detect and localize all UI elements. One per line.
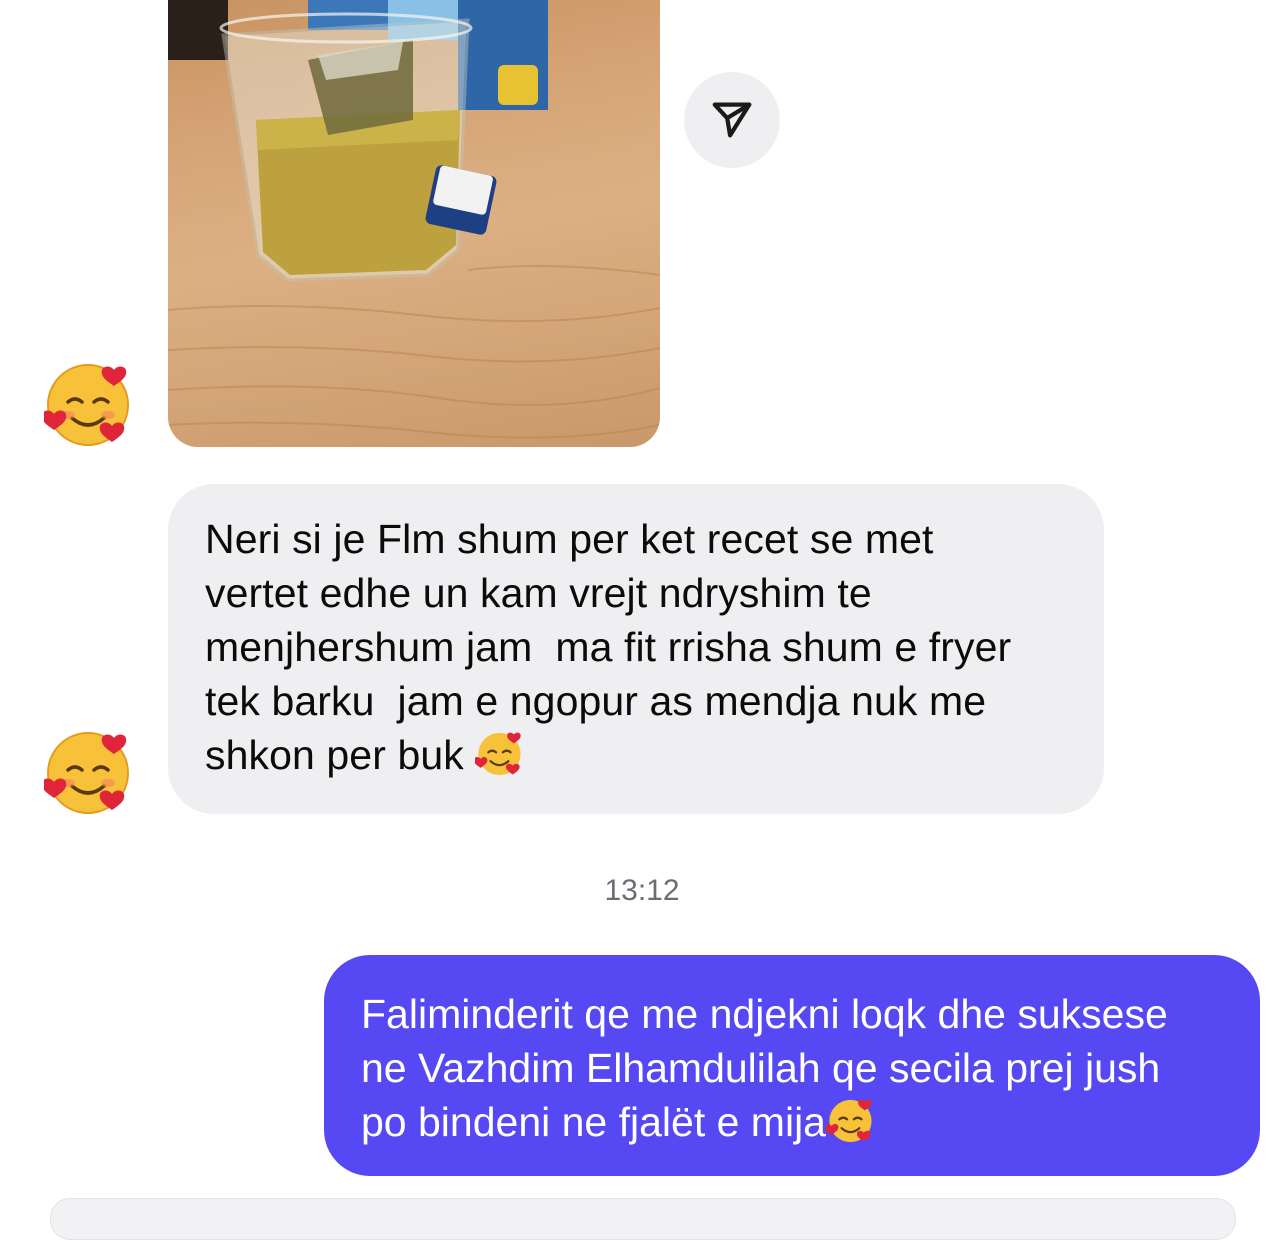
send-icon (712, 102, 752, 138)
message-line-text: shkon per buk (205, 732, 476, 778)
smiling-face-with-hearts-icon (41, 732, 129, 814)
message-line: menjhershum jam ma fit rrisha shum e fry… (205, 624, 1012, 670)
sender-avatar-emoji[interactable] (41, 728, 134, 818)
message-line-last: shkon per buk (205, 728, 1068, 782)
message-line: Faliminderit qe me ndjekni loqk dhe suks… (361, 991, 1168, 1037)
message-line-text: po bindeni ne fjalët e mija (361, 1099, 826, 1145)
tea-glass-photo (168, 0, 660, 439)
smiling-face-with-hearts-icon (825, 1099, 872, 1143)
outgoing-message-bubble[interactable]: Faliminderit qe me ndjekni loqk dhe suks… (324, 955, 1260, 1176)
message-line: ne Vazhdim Elhamdulilah qe secila prej j… (361, 1045, 1161, 1091)
smiling-face-with-hearts-icon (475, 732, 522, 776)
message-line: tek barku jam e ngopur as mendja nuk me (205, 678, 987, 724)
message-line-last: po bindeni ne fjalët e mija (361, 1095, 1230, 1149)
shared-photo-message[interactable] (168, 0, 660, 447)
message-line: vertet edhe un kam vrejt ndryshim te (205, 570, 872, 616)
sender-avatar-emoji[interactable] (41, 360, 134, 450)
message-timestamp: 13:12 (604, 874, 680, 907)
message-composer[interactable] (50, 1198, 1236, 1240)
smiling-face-with-hearts-icon (41, 364, 129, 446)
incoming-message-bubble[interactable]: Neri si je Flm shum per ket recet se met… (168, 484, 1104, 814)
share-button[interactable] (684, 72, 780, 168)
message-line: Neri si je Flm shum per ket recet se met (205, 516, 934, 562)
